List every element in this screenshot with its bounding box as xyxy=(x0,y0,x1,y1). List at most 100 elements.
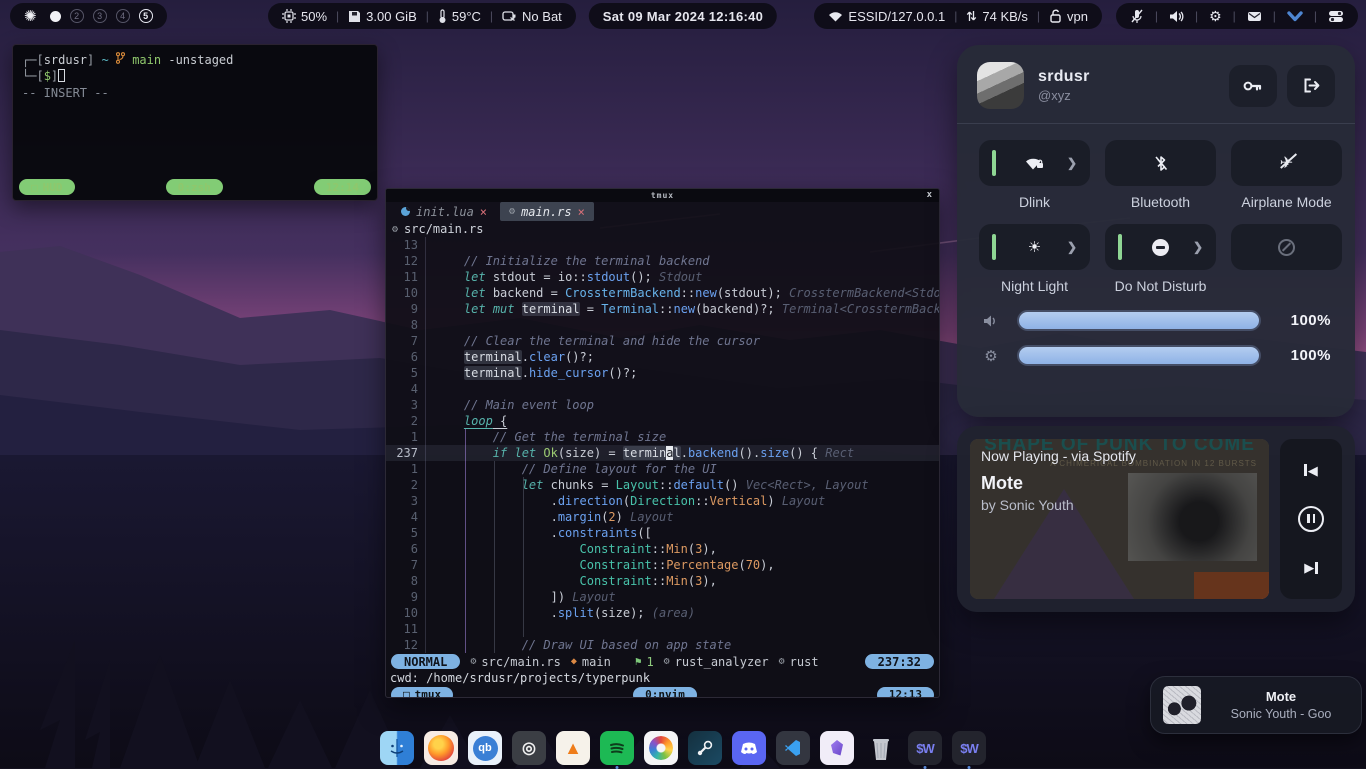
code-line[interactable]: 10 .split(size); (area) xyxy=(386,605,939,621)
dock-item-vlc[interactable]: ▲ xyxy=(556,731,590,765)
tab-close-icon[interactable]: × xyxy=(480,205,487,219)
code-line[interactable]: 7 // Clear the terminal and hide the cur… xyxy=(386,333,939,349)
code-line[interactable]: 2 loop { xyxy=(386,413,939,429)
lua-file-icon xyxy=(401,207,410,216)
wifi-stat[interactable]: ESSID/127.0.0.1 xyxy=(828,9,945,24)
code-line[interactable]: 8 Constraint::Min(3), xyxy=(386,573,939,589)
dock-item-qbittorrent[interactable]: qb xyxy=(468,731,502,765)
toggle-airplane-mode[interactable]: ✈ xyxy=(1231,140,1342,186)
code-line[interactable]: 2 let chunks = Layout::default() Vec<Rec… xyxy=(386,477,939,493)
chevron-right-icon[interactable]: ❯ xyxy=(1193,240,1203,254)
code-line[interactable]: 7 Constraint::Percentage(70), xyxy=(386,557,939,573)
dock-item-finder[interactable] xyxy=(380,731,414,765)
code-line[interactable]: 6 Constraint::Min(3), xyxy=(386,541,939,557)
dock-item-trash[interactable] xyxy=(864,731,898,765)
toggle-wifi-dlink[interactable]: ❯ xyxy=(979,140,1090,186)
tmux-window-label[interactable]: 0:zsh xyxy=(166,179,223,195)
chevron-right-icon[interactable]: ❯ xyxy=(1067,240,1077,254)
tmux-window-label[interactable]: 0:nvim xyxy=(633,687,697,699)
volume-slider[interactable] xyxy=(1017,310,1261,331)
pause-button[interactable] xyxy=(1298,506,1324,532)
chevron-down-icon[interactable] xyxy=(1287,11,1303,22)
tab-main-rs[interactable]: ⚙ main.rs × xyxy=(500,202,594,221)
toggle-do-not-disturb[interactable]: ❯ xyxy=(1105,224,1216,270)
code-line[interactable]: 9 let mut terminal = Terminal::new(backe… xyxy=(386,301,939,317)
window-close-button[interactable]: x xyxy=(927,190,933,200)
code-line[interactable]: 5 .constraints([ xyxy=(386,525,939,541)
mail-icon[interactable] xyxy=(1247,10,1262,22)
code-line[interactable]: 4 .margin(2) Layout xyxy=(386,509,939,525)
settings-gear-icon[interactable]: ⚙ xyxy=(1209,8,1222,25)
dock-item-obs[interactable]: ◎ xyxy=(512,731,546,765)
dock-item-firefox[interactable] xyxy=(424,731,458,765)
code-line[interactable]: 8 xyxy=(386,317,939,333)
hud-terminal-window[interactable]: ┌─[srdusr] ~ main -unstaged └─[$] -- INS… xyxy=(12,44,378,201)
brightness-slider[interactable] xyxy=(1017,345,1261,366)
tmux-session-name[interactable]: □HUD xyxy=(19,179,75,195)
tmux-editor-window[interactable]: tmux x init.lua × ⚙ main.rs × ⚙ src/main… xyxy=(385,188,940,698)
launcher-logo-icon[interactable]: ✺ xyxy=(24,7,37,25)
line-number: 9 xyxy=(386,301,426,317)
dock-item-w-app-2[interactable]: $W xyxy=(952,731,986,765)
album-art[interactable]: SHAPE OF PUNK TO COME A CHIMERICAL BOMBI… xyxy=(970,439,1269,599)
code-line[interactable]: 11 let stdout = io::stdout(); Stdout xyxy=(386,269,939,285)
code-line[interactable]: 11 xyxy=(386,621,939,637)
code-line[interactable]: 6 terminal.clear()?; xyxy=(386,349,939,365)
code-line[interactable]: 13 xyxy=(386,237,939,253)
sliders-tray-icon[interactable] xyxy=(1328,10,1344,23)
toggle-night-light[interactable]: ☀ ❯ xyxy=(979,224,1090,270)
code-line[interactable]: 4 xyxy=(386,381,939,397)
code-line[interactable]: 1 // Define layout for the UI xyxy=(386,461,939,477)
code-line[interactable]: 5 terminal.hide_cursor()?; xyxy=(386,365,939,381)
logout-button[interactable] xyxy=(1287,65,1335,107)
active-indicator xyxy=(1118,234,1122,260)
code-line[interactable]: 3 .direction(Direction::Vertical) Layout xyxy=(386,493,939,509)
code-line[interactable]: 9 ]) Layout xyxy=(386,589,939,605)
brightness-icon: ⚙ xyxy=(981,347,1001,365)
airplane-off-icon: ✈ xyxy=(1280,153,1293,173)
code-line[interactable]: 12 // Initialize the terminal backend xyxy=(386,253,939,269)
toggle-bluetooth[interactable] xyxy=(1105,140,1216,186)
code-line[interactable]: 237 if let Ok(size) = terminal.backend()… xyxy=(386,445,939,461)
workspace-5[interactable]: 5 xyxy=(139,9,153,23)
chevron-right-icon[interactable]: ❯ xyxy=(1067,156,1077,170)
lock-keys-button[interactable] xyxy=(1229,65,1277,107)
dock-item-w-app-1[interactable]: $W xyxy=(908,731,942,765)
microphone-muted-icon[interactable] xyxy=(1130,9,1144,24)
music-notification[interactable]: Mote Sonic Youth - Goo xyxy=(1150,676,1362,734)
code-line[interactable]: 10 let backend = CrosstermBackend::new(s… xyxy=(386,285,939,301)
previous-track-button[interactable]: ◀ xyxy=(1304,464,1318,477)
ram-icon xyxy=(348,10,361,23)
workspace-1[interactable] xyxy=(50,11,61,22)
line-number: 8 xyxy=(386,317,426,333)
thermometer-icon xyxy=(438,9,447,24)
code-line[interactable]: 12 // Draw UI based on app state xyxy=(386,637,939,653)
tab-close-icon[interactable]: × xyxy=(578,205,585,219)
toggle-label: Do Not Disturb xyxy=(1115,278,1207,294)
dock-item-discord[interactable] xyxy=(732,731,766,765)
dock-item-spotify[interactable] xyxy=(600,731,634,765)
battery-stat: No Bat xyxy=(502,9,562,24)
dock-item-obsidian[interactable] xyxy=(820,731,854,765)
code-line[interactable]: 3 // Main event loop xyxy=(386,397,939,413)
workspace-3[interactable]: 3 xyxy=(93,9,107,23)
line-number: 2 xyxy=(386,477,426,493)
temp-stat: 59°C xyxy=(438,9,481,24)
dock-item-vscode[interactable] xyxy=(776,731,810,765)
code-area[interactable]: 1312 // Initialize the terminal backend1… xyxy=(386,237,939,653)
workspace-2[interactable]: 2 xyxy=(70,9,84,23)
clock-pill[interactable]: Sat 09 Mar 2024 12:16:40 xyxy=(589,3,777,29)
tab-init-lua[interactable]: init.lua × xyxy=(392,202,496,221)
workspace-4[interactable]: 4 xyxy=(116,9,130,23)
toggle-blocked[interactable] xyxy=(1231,224,1342,270)
line-number: 10 xyxy=(386,285,426,301)
next-track-button[interactable]: ▶ xyxy=(1304,561,1318,574)
speaker-icon[interactable] xyxy=(1169,10,1184,23)
unlocked-padlock-icon xyxy=(1049,9,1062,23)
tmux-session-name[interactable]: □tmux xyxy=(391,687,453,699)
dock-item-photos[interactable] xyxy=(644,731,678,765)
vpn-stat[interactable]: vpn xyxy=(1049,9,1088,24)
line-number: 1 xyxy=(386,461,426,477)
dock-item-steam[interactable] xyxy=(688,731,722,765)
code-line[interactable]: 1 // Get the terminal size xyxy=(386,429,939,445)
